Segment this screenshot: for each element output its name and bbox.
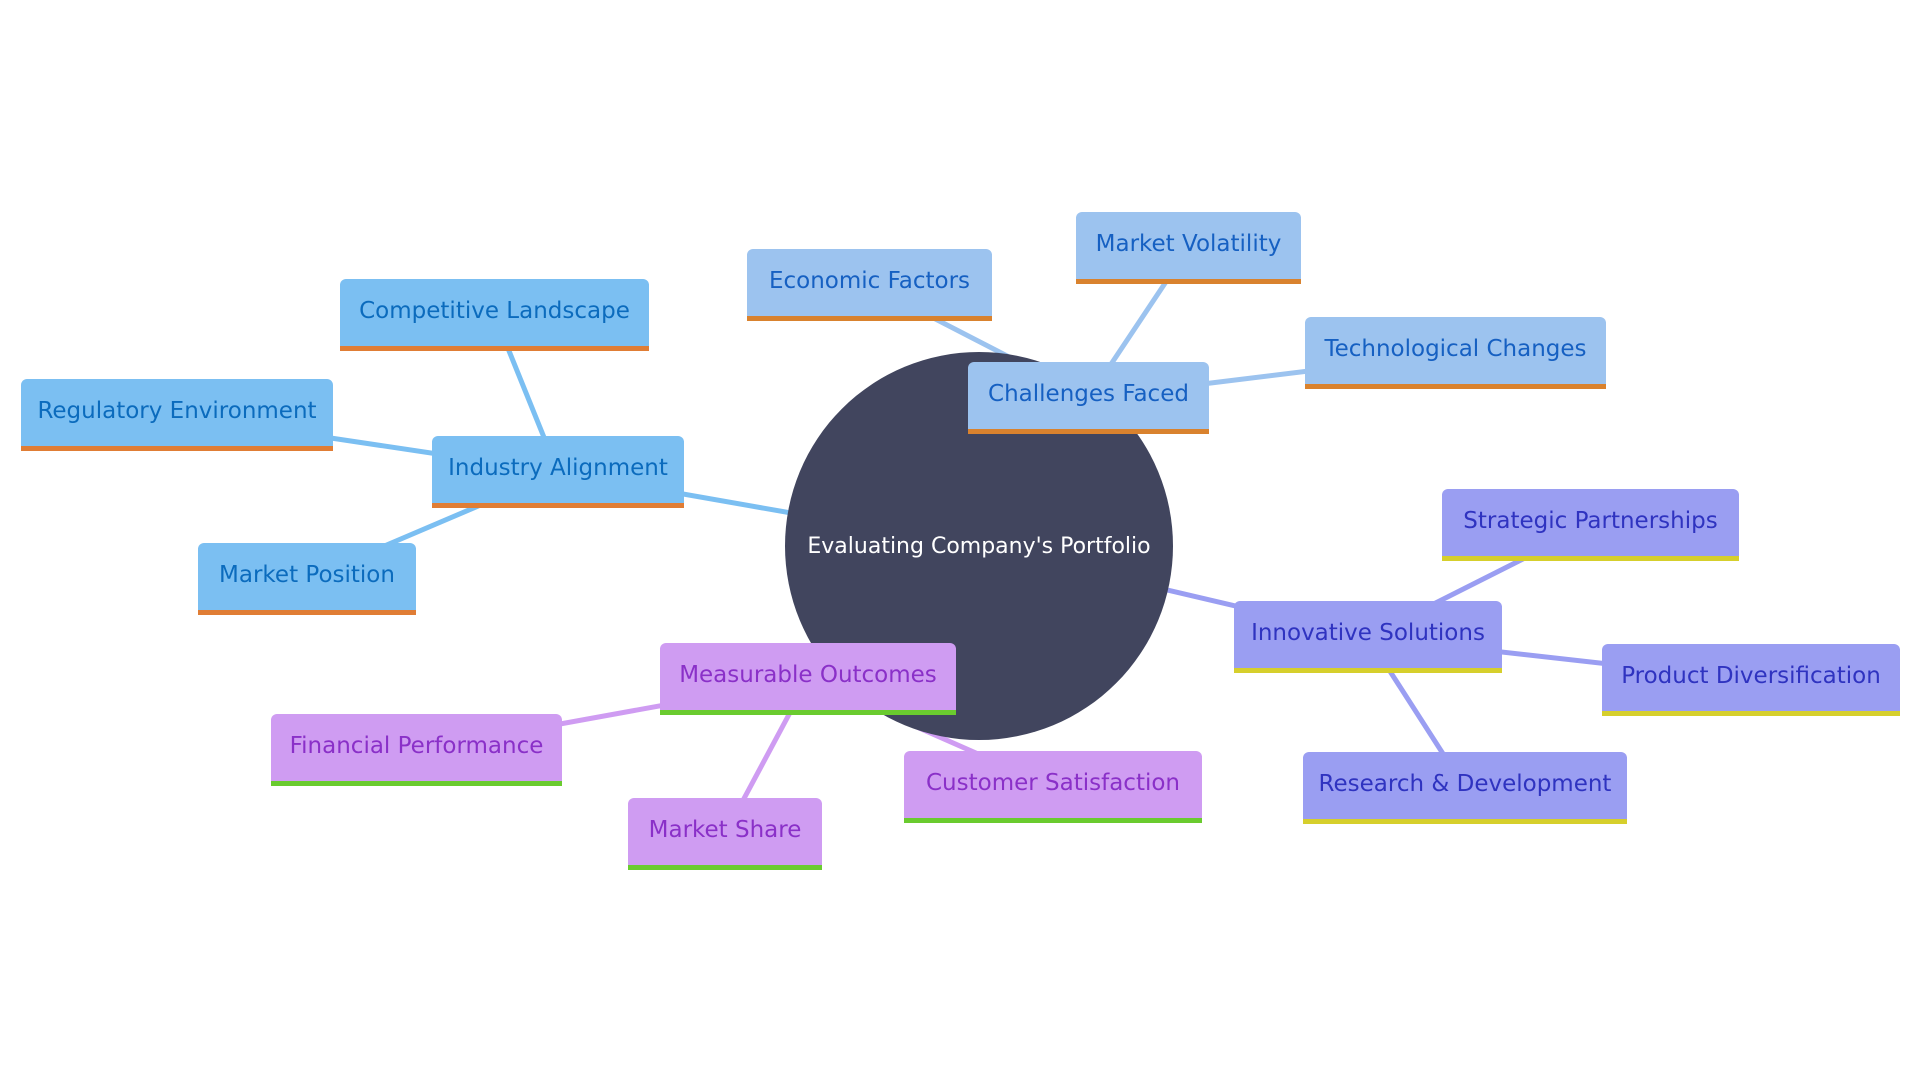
node-label: Customer Satisfaction	[925, 769, 1180, 796]
leaf-competitive-landscape[interactable]: Competitive Landscape	[340, 279, 649, 351]
leaf-technological-changes[interactable]: Technological Changes	[1305, 317, 1606, 389]
leaf-regulatory-environment[interactable]: Regulatory Environment	[21, 379, 333, 451]
leaf-market-position[interactable]: Market Position	[198, 543, 416, 615]
node-label: Challenges Faced	[988, 380, 1189, 407]
branch-industry-alignment[interactable]: Industry Alignment	[432, 436, 684, 508]
node-label: Research & Development	[1318, 770, 1612, 797]
node-label: Industry Alignment	[448, 454, 668, 481]
node-label: Financial Performance	[289, 732, 544, 759]
leaf-market-share[interactable]: Market Share	[628, 798, 822, 870]
leaf-research-development[interactable]: Research & Development	[1303, 752, 1627, 824]
node-label: Market Position	[219, 561, 395, 588]
branch-measurable-outcomes[interactable]: Measurable Outcomes	[660, 643, 956, 715]
branch-innovative-solutions[interactable]: Innovative Solutions	[1234, 601, 1502, 673]
branch-challenges-faced[interactable]: Challenges Faced	[968, 362, 1209, 434]
node-label: Technological Changes	[1324, 335, 1587, 362]
leaf-strategic-partnerships[interactable]: Strategic Partnerships	[1442, 489, 1739, 561]
node-label: Innovative Solutions	[1251, 619, 1485, 646]
node-label: Market Share	[648, 816, 802, 843]
leaf-economic-factors[interactable]: Economic Factors	[747, 249, 992, 321]
node-label: Regulatory Environment	[37, 397, 317, 424]
root-label: Evaluating Company's Portfolio	[807, 533, 1151, 559]
node-label: Measurable Outcomes	[679, 661, 937, 688]
node-label: Market Volatility	[1095, 230, 1282, 257]
node-label: Economic Factors	[768, 267, 971, 294]
leaf-product-diversification[interactable]: Product Diversification	[1602, 644, 1900, 716]
node-label: Product Diversification	[1621, 662, 1881, 689]
leaf-customer-satisfaction[interactable]: Customer Satisfaction	[904, 751, 1202, 823]
node-label: Strategic Partnerships	[1463, 507, 1718, 534]
leaf-market-volatility[interactable]: Market Volatility	[1076, 212, 1301, 284]
node-label: Competitive Landscape	[359, 297, 630, 324]
leaf-financial-performance[interactable]: Financial Performance	[271, 714, 562, 786]
